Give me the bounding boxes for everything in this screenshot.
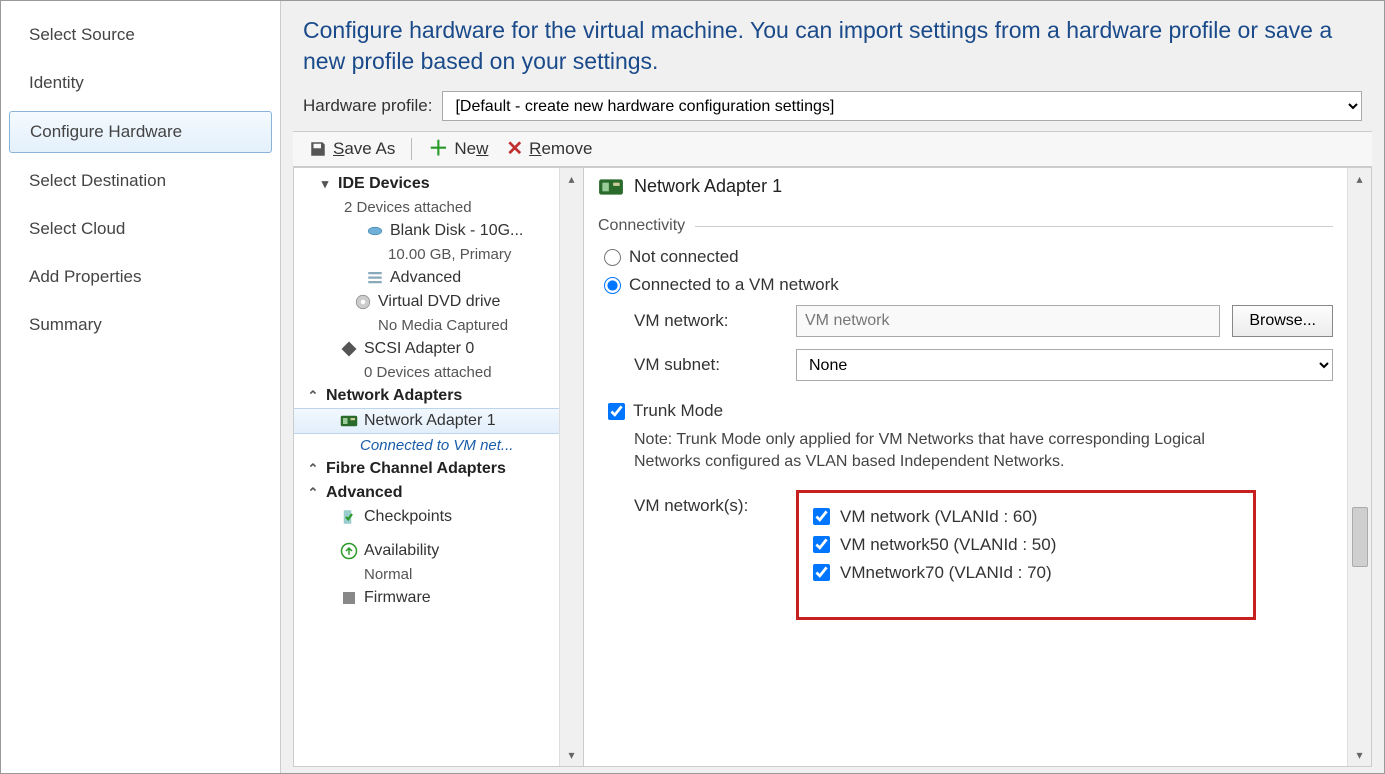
hardware-profile-row: Hardware profile: [Default - create new … [281,87,1384,131]
dvd-icon [354,293,372,311]
checkpoints-icon [340,508,358,526]
scroll-thumb[interactable] [1352,507,1368,567]
scroll-up-icon[interactable]: ▴ [1356,172,1362,186]
availability-icon [340,542,358,560]
remove-button[interactable]: ✕ RemoveRemove [500,136,598,162]
detail-wrap: Network Adapter 1 Connectivity Not conne… [584,168,1371,766]
vm-networks-box: VM network (VLANId : 60) VM network50 (V… [796,490,1256,620]
wizard-step-summary[interactable]: Summary [9,305,272,345]
content-pane: Configure hardware for the virtual machi… [281,1,1384,773]
toolbar-separator [411,138,412,160]
vm-network-label-0: VM network (VLANId : 60) [840,507,1037,527]
vm-network-item-0[interactable]: VM network (VLANId : 60) [813,503,1239,531]
save-as-button[interactable]: SSave Asave As [303,136,401,162]
tree-availability[interactable]: Availability [294,539,559,563]
new-button[interactable]: ＋ NewNew [422,136,494,162]
browse-button[interactable]: Browse... [1232,305,1333,337]
tree-checkpoints[interactable]: Checkpoints [294,505,559,529]
page-intro: Configure hardware for the virtual machi… [281,1,1384,87]
vm-network-label-1: VM network50 (VLANId : 50) [840,535,1056,555]
radio-not-connected-label: Not connected [629,247,739,267]
radio-connected-label: Connected to a VM network [629,275,839,295]
radio-connected-row[interactable]: Connected to a VM network [598,271,1333,299]
vm-network-field[interactable] [796,305,1220,337]
connectivity-group: Connectivity [598,217,1333,235]
tree-network-adapters[interactable]: ⌃ Network Adapters [294,384,559,408]
wizard-step-select-destination[interactable]: Select Destination [9,161,272,201]
collapse-icon: ⌃ [306,485,320,501]
tree-ide-devices-sub: 2 Devices attached [294,196,559,219]
scroll-up-icon[interactable]: ▴ [568,172,574,186]
collapse-icon: ⌃ [306,388,320,404]
trunk-mode-checkbox[interactable] [608,403,625,420]
trunk-mode-row[interactable]: Trunk Mode [598,397,1333,425]
detail-pane: Network Adapter 1 Connectivity Not conne… [584,168,1347,766]
hardware-profile-label: Hardware profile: [303,96,432,116]
vm-network-checkbox-1[interactable] [813,536,830,553]
vm-networks-label: VM network(s): [634,490,784,516]
wizard-step-select-source[interactable]: Select Source [9,15,272,55]
radio-not-connected-row[interactable]: Not connected [598,243,1333,271]
firmware-icon [340,589,358,607]
tree-scrollbar[interactable]: ▴ ▾ [559,168,583,766]
tree-firmware[interactable]: Firmware [294,586,559,610]
wizard-step-configure-hardware[interactable]: Configure Hardware [9,111,272,153]
wizard-step-select-cloud[interactable]: Select Cloud [9,209,272,249]
vm-network-label-2: VMnetwork70 (VLANId : 70) [840,563,1052,583]
hardware-tree: ▾ IDE Devices 2 Devices attached Blank D… [294,168,559,766]
tree-availability-sub: Normal [294,563,559,586]
vm-networks-row: VM network(s): VM network (VLANId : 60) … [598,478,1333,620]
plus-icon: ＋ [428,140,448,158]
tree-fibre-channel[interactable]: ⌃ Fibre Channel Adapters [294,457,559,481]
wizard-nav: Select Source Identity Configure Hardwar… [1,1,281,773]
tree-network-adapter-1-sub: Connected to VM net... [294,434,559,457]
tree-blank-disk-sub: 10.00 GB, Primary [294,243,559,266]
tree-scsi[interactable]: SCSI Adapter 0 [294,337,559,361]
tree-ide-devices[interactable]: ▾ IDE Devices [294,172,559,196]
hardware-profile-select[interactable]: [Default - create new hardware configura… [442,91,1362,121]
tree-dvd-sub: No Media Captured [294,314,559,337]
vm-network-item-1[interactable]: VM network50 (VLANId : 50) [813,531,1239,559]
detail-header: Network Adapter 1 [598,176,1333,205]
hardware-tree-wrap: ▾ IDE Devices 2 Devices attached Blank D… [294,168,584,766]
scroll-down-icon[interactable]: ▾ [568,748,574,762]
collapse-icon: ⌃ [306,461,320,477]
trunk-mode-note: Note: Trunk Mode only applied for VM Net… [598,425,1238,478]
detail-scrollbar[interactable]: ▴ ▾ [1347,168,1371,766]
list-icon [366,269,384,287]
detail-title: Network Adapter 1 [634,176,782,197]
tree-network-adapter-1[interactable]: Network Adapter 1 [294,408,559,434]
vm-network-label: VM network: [634,311,784,331]
vm-subnet-label: VM subnet: [634,355,784,375]
delete-icon: ✕ [506,140,523,158]
network-card-icon [340,412,358,430]
tree-dvd[interactable]: Virtual DVD drive [294,290,559,314]
vm-network-checkbox-0[interactable] [813,508,830,525]
tree-blank-disk[interactable]: Blank Disk - 10G... [294,219,559,243]
tree-advanced-section[interactable]: ⌃ Advanced [294,481,559,505]
save-icon [309,140,327,158]
chevron-down-icon: ▾ [318,176,332,192]
radio-not-connected[interactable] [604,249,621,266]
adapter-icon [340,340,358,358]
vm-subnet-row: VM subnet: None [598,343,1333,387]
wizard-step-identity[interactable]: Identity [9,63,272,103]
vm-network-row: VM network: Browse... [598,299,1333,343]
vm-network-item-2[interactable]: VMnetwork70 (VLANId : 70) [813,559,1239,587]
hardware-split: ▾ IDE Devices 2 Devices attached Blank D… [293,167,1372,767]
vm-subnet-select[interactable]: None [796,349,1333,381]
wizard-step-add-properties[interactable]: Add Properties [9,257,272,297]
radio-connected[interactable] [604,277,621,294]
scroll-down-icon[interactable]: ▾ [1356,748,1362,762]
vm-network-checkbox-2[interactable] [813,564,830,581]
disk-icon [366,222,384,240]
tree-advanced-item[interactable]: Advanced [294,266,559,290]
trunk-mode-label: Trunk Mode [633,401,723,421]
tree-scsi-sub: 0 Devices attached [294,361,559,384]
network-card-icon [598,178,624,196]
hardware-toolbar: SSave Asave As ＋ NewNew ✕ RemoveRemove [293,131,1372,167]
